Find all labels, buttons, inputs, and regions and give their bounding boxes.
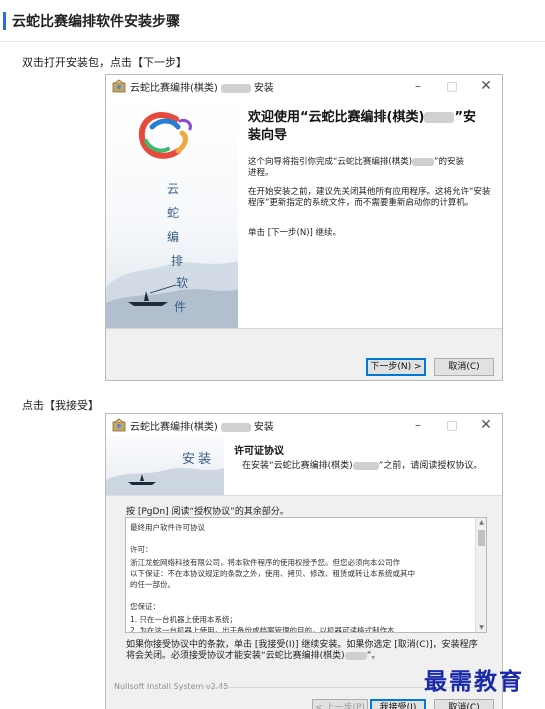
scroll-thumb[interactable] — [478, 530, 485, 546]
watermark-logo: 最需教育 — [424, 668, 524, 695]
installer-welcome-window: 云蛇比赛编排(棋类) 安装 – □ ✕ 云 蛇 编 排 软 件 欢迎使用“云蛇比… — [105, 74, 503, 381]
page-title: 云蛇比赛编排软件安装步骤 — [12, 14, 180, 30]
license-scrollbar[interactable]: ▲ ▼ — [475, 518, 486, 632]
scroll-up-arrow-icon[interactable]: ▲ — [477, 519, 486, 526]
close-button[interactable]: ✕ — [476, 416, 496, 434]
side-char: 排 — [170, 254, 183, 268]
window-title: 云蛇比赛编排(棋类) 安装 — [130, 418, 274, 433]
license-title: 许可证协议 — [234, 446, 284, 457]
cancel-button[interactable]: 取消(C) — [434, 358, 494, 376]
welcome-para-3: 单击 [下一步(N)] 继续。 — [248, 228, 342, 238]
side-char: 编 — [166, 230, 179, 244]
license-line: 2. 为在这一台机器上使用，出于备份或档案管理的目的，以机器可读格式制作本 — [130, 626, 395, 633]
header-accent-bar — [3, 12, 6, 30]
cancel-button[interactable]: 取消(C) — [434, 699, 494, 709]
license-textbox[interactable]: 最终用户软件许可协议 许可： 浙江龙蛇网络科技有限公司，将本软件程序的使用权授予… — [125, 517, 487, 633]
welcome-side-banner: 云 蛇 编 排 软 件 — [106, 97, 238, 328]
redacted-text — [220, 83, 251, 93]
redacted-text — [352, 461, 379, 470]
license-line: 您保证： — [130, 602, 160, 611]
redacted-text — [344, 651, 367, 660]
window-title-prefix: 云蛇比赛编排(棋类) — [130, 83, 218, 94]
titlebar: 云蛇比赛编排(棋类) 安装 – □ ✕ — [106, 75, 502, 97]
divider — [106, 328, 502, 329]
window-title-suffix: 安装 — [253, 422, 274, 433]
scroll-down-arrow-icon[interactable]: ▼ — [477, 624, 486, 631]
installer-app-icon — [112, 79, 126, 93]
close-button[interactable]: ✕ — [476, 77, 496, 95]
banner-text: 安装 — [182, 452, 215, 467]
license-line: 的任一部份。 — [130, 580, 175, 589]
license-line: 1. 只在一台机器上使用本系统； — [130, 615, 238, 624]
welcome-content: 欢迎使用“云蛇比赛编排(棋类) ”安 装向导 这个向导将指引你完成“云蛇比赛编排(… — [238, 97, 502, 328]
license-subtitle: 在安装“云蛇比赛编排(棋类) ”之前，请阅读授权协议。 — [242, 461, 483, 471]
window-title-suffix: 安装 — [253, 83, 274, 94]
window-title-prefix: 云蛇比赛编排(棋类) — [130, 422, 218, 433]
side-char: 件 — [174, 300, 187, 314]
redacted-text — [424, 112, 455, 123]
window-title: 云蛇比赛编排(棋类) 安装 — [130, 79, 274, 94]
license-header: 安装 许可证协议 在安装“云蛇比赛编排(棋类) ”之前，请阅读授权协议。 — [106, 436, 502, 496]
side-vertical-text: 云 蛇 编 排 软 件 — [162, 177, 189, 319]
side-char: 软 — [176, 276, 189, 290]
minimize-button[interactable]: – — [408, 416, 428, 434]
side-char: 蛇 — [166, 206, 179, 220]
license-line: 最终用户软件许可协议 — [130, 523, 205, 532]
license-line: 浙江龙蛇网络科技有限公司，将本软件程序的使用权授予您。但您必须向本公司作 — [130, 558, 400, 567]
welcome-para-2: 在开始安装之前，建议先关闭其他所有应用程序。这将允许“安装程序”更新指定的系统文… — [248, 187, 491, 208]
next-button[interactable]: 下一步(N) > — [366, 358, 426, 376]
yunshe-logo-icon — [138, 112, 192, 159]
pgdn-hint: 按 [PgDn] 阅读“授权协议”的其余部分。 — [126, 507, 289, 517]
license-line: 以下保证：不在本协议规定的条款之外，使用、拷贝、修改、租赁或转让本系统或其中 — [130, 569, 415, 578]
page-header: 云蛇比赛编排软件安装步骤 — [0, 0, 545, 42]
side-char: 云 — [166, 182, 179, 196]
welcome-para-1: 这个向导将指引你完成“云蛇比赛编排(棋类) ”的安装 进程。 — [248, 157, 464, 178]
welcome-heading: 欢迎使用“云蛇比赛编排(棋类) ”安 装向导 — [248, 110, 476, 143]
license-banner: 安装 — [106, 436, 224, 495]
titlebar: 云蛇比赛编排(棋类) 安装 – □ ✕ — [106, 414, 502, 436]
maximize-button: □ — [446, 79, 458, 93]
installer-app-icon — [112, 418, 126, 432]
step2-instruction: 点击【我接受】 — [22, 399, 99, 412]
redacted-text — [220, 422, 251, 432]
maximize-button: □ — [446, 418, 458, 432]
minimize-button[interactable]: – — [408, 77, 428, 95]
accept-button[interactable]: 我接受(I) — [370, 699, 426, 709]
accept-instructions: 如果你接受协议中的条款，单击 [我接受(I)] 继续安装。如果你选定 [取消(C… — [126, 640, 478, 661]
redacted-text — [412, 157, 435, 166]
license-line: 许可： — [130, 545, 153, 554]
back-button[interactable]: < 上一步(P) — [312, 699, 368, 709]
step1-instruction: 双击打开安装包，点击【下一步】 — [22, 56, 187, 69]
